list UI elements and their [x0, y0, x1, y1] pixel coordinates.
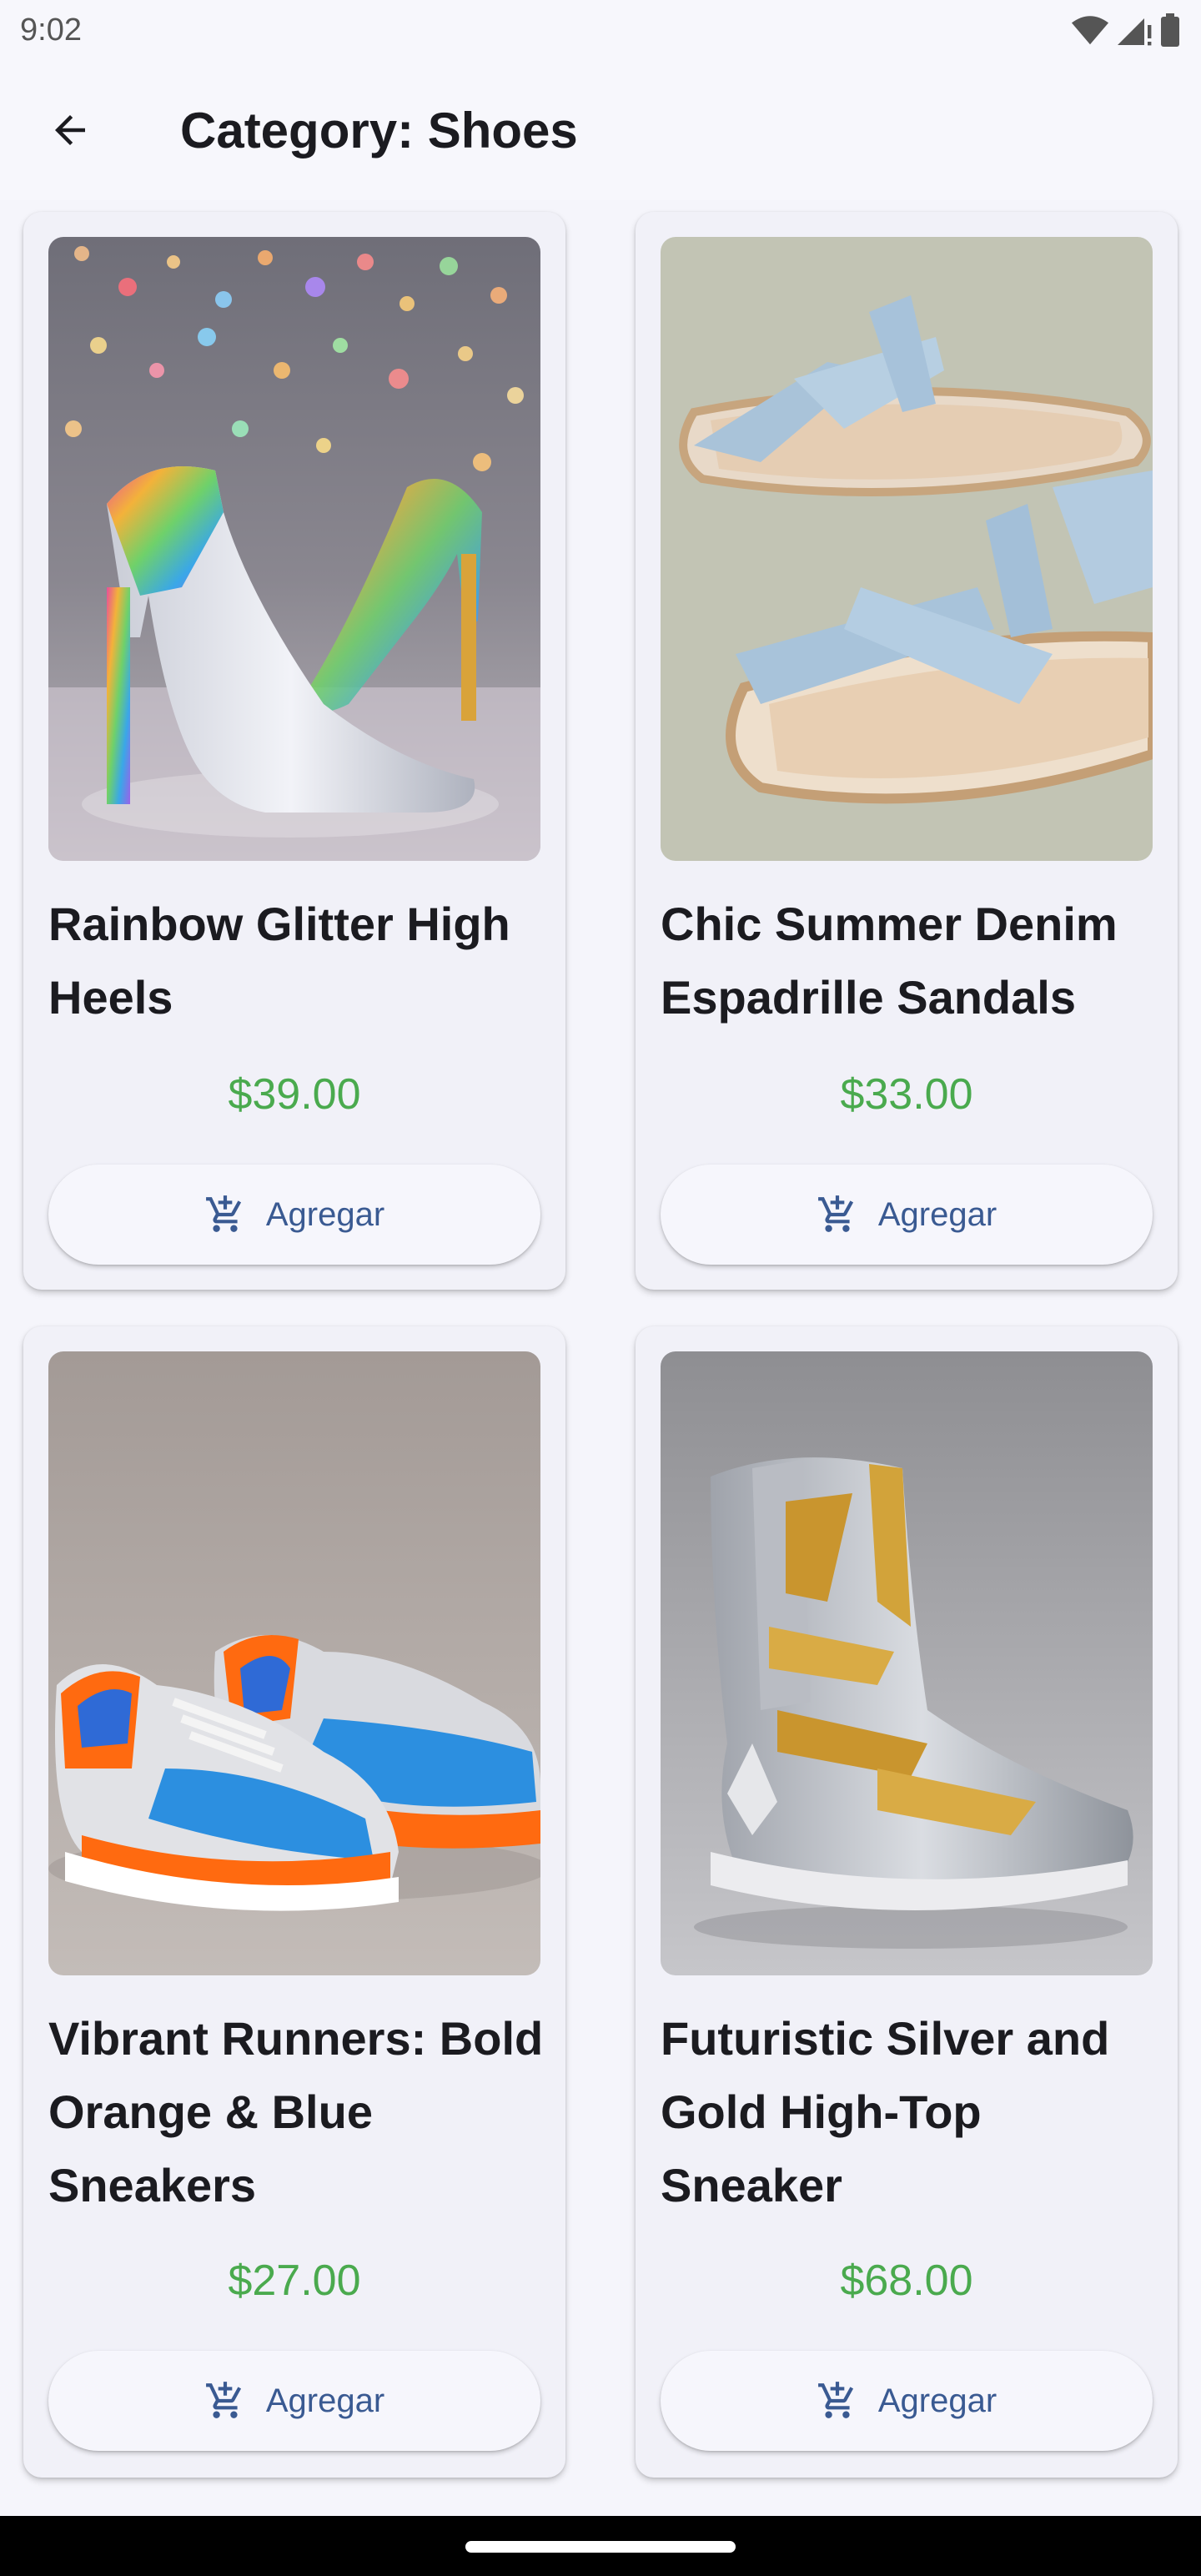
add-button-label: Agregar: [265, 1195, 385, 1233]
add-button-label: Agregar: [877, 1195, 997, 1233]
app-bar: Category: Shoes: [0, 60, 1201, 200]
wifi-icon: [1071, 16, 1109, 45]
add-to-cart-button[interactable]: Agregar: [661, 2351, 1153, 2451]
product-price: $33.00: [840, 1070, 973, 1119]
back-button[interactable]: [20, 80, 120, 180]
system-nav-bar: [0, 2516, 1201, 2576]
back-arrow-icon: [55, 115, 85, 145]
product-image: [661, 237, 1153, 861]
battery-icon: [1161, 13, 1179, 47]
product-image: [48, 1351, 540, 1975]
add-button-label: Agregar: [877, 2382, 997, 2419]
status-icons: [1071, 13, 1181, 47]
product-title: Futuristic Silver and Gold High-Top Snea…: [661, 2012, 1110, 2211]
add-button-label: Agregar: [265, 2382, 385, 2419]
product-card[interactable]: Vibrant Runners: Bold Orange & Blue Snea…: [23, 1326, 565, 2478]
product-price: $68.00: [840, 2257, 973, 2305]
add-cart-icon: [205, 2382, 241, 2418]
add-to-cart-button[interactable]: Agregar: [661, 1165, 1153, 1265]
product-card[interactable]: Chic Summer Denim Espadrille Sandals $33…: [636, 212, 1178, 1290]
signal-icon: [1118, 18, 1152, 46]
add-cart-icon: [205, 1195, 241, 1232]
product-image: [48, 237, 540, 861]
product-title: Rainbow Glitter High Heels: [48, 898, 510, 1024]
add-cart-icon: [817, 2382, 853, 2418]
status-bar: 9:02: [0, 0, 1201, 60]
product-title: Chic Summer Denim Espadrille Sandals: [661, 898, 1118, 1024]
product-price: $39.00: [228, 1070, 361, 1119]
product-price: $27.00: [228, 2257, 361, 2305]
product-image: [661, 1351, 1153, 1975]
add-to-cart-button[interactable]: Agregar: [48, 1165, 540, 1265]
add-cart-icon: [817, 1195, 853, 1232]
product-card[interactable]: Rainbow Glitter High Heels $39.00 Agrega…: [23, 212, 565, 1290]
product-grid: Rainbow Glitter High Heels $39.00 Agrega…: [0, 200, 1201, 2516]
add-to-cart-button[interactable]: Agregar: [48, 2351, 540, 2451]
page-title: Category: Shoes: [180, 102, 578, 158]
status-time: 9:02: [20, 12, 82, 48]
product-card[interactable]: Futuristic Silver and Gold High-Top Snea…: [636, 1326, 1178, 2478]
product-title: Vibrant Runners: Bold Orange & Blue Snea…: [48, 2012, 544, 2211]
home-gesture-handle[interactable]: [465, 2541, 736, 2553]
